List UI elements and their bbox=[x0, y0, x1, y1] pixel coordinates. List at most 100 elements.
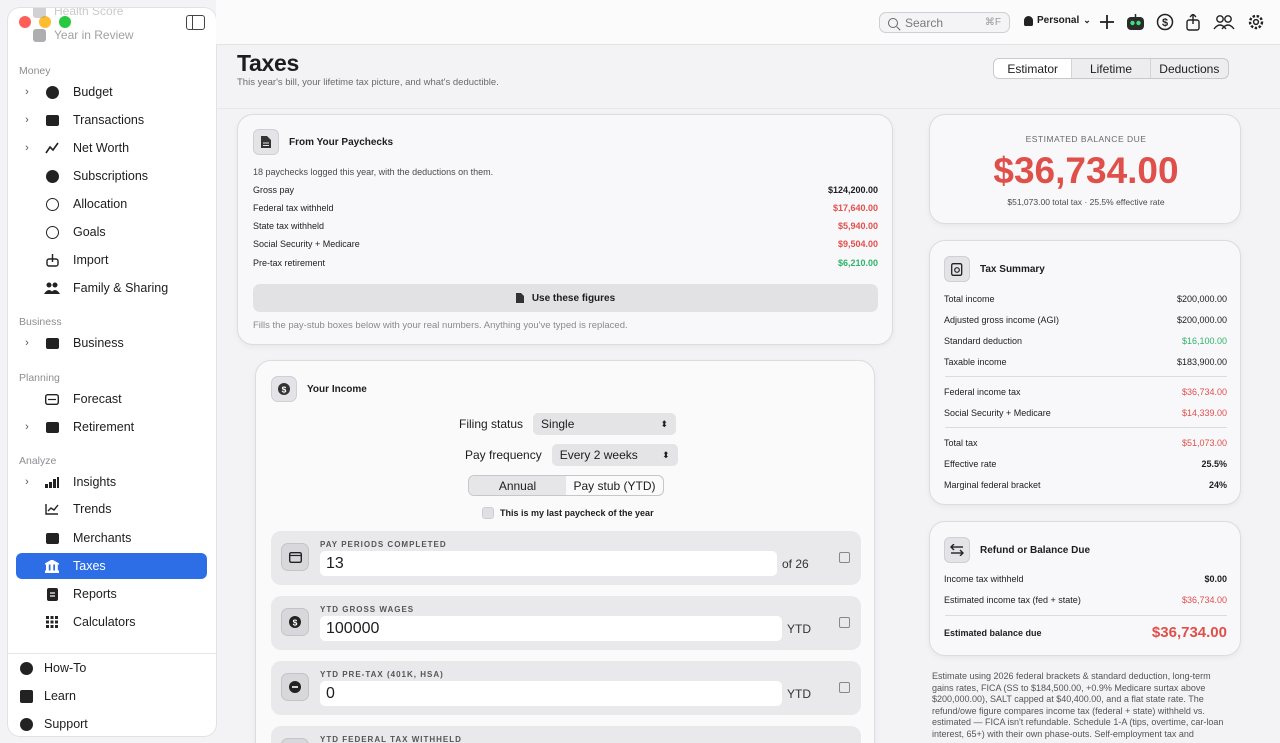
ytd-pretax-input[interactable]: 0 bbox=[320, 681, 782, 706]
sidebar-item-family-sharing[interactable]: Family & Sharing bbox=[16, 275, 207, 301]
learn-link[interactable]: Learn bbox=[20, 689, 76, 703]
people-icon[interactable] bbox=[1212, 12, 1236, 32]
share-icon[interactable] bbox=[1183, 12, 1203, 32]
import-icon bbox=[44, 252, 60, 268]
sidebar-item-health-score[interactable]: Health Score bbox=[33, 8, 123, 18]
up-down-chevron-icon: ⬍ bbox=[660, 418, 669, 429]
tax-summary-card: Tax Summary Total income $200,000.00 Adju… bbox=[929, 240, 1241, 505]
paychecks-card: From Your Paychecks 18 paychecks logged … bbox=[237, 114, 893, 345]
profile-switcher[interactable]: Personal ⌄ bbox=[1024, 15, 1091, 26]
refund-card: Refund or Balance Due Income tax withhel… bbox=[929, 521, 1241, 656]
paychecks-note: Fills the pay-stub boxes below with your… bbox=[253, 320, 628, 331]
dollar-icon: $ bbox=[271, 376, 297, 402]
chevron-right-icon[interactable]: › bbox=[20, 86, 34, 98]
pay-periods-field: PAY PERIODS COMPLETED 13 of 26 bbox=[271, 531, 861, 585]
assistant-robot-icon[interactable] bbox=[1125, 12, 1145, 32]
sidebar-item-forecast[interactable]: Forecast bbox=[16, 386, 207, 412]
sidebar-item-retirement[interactable]: › Retirement bbox=[16, 414, 207, 440]
divider bbox=[945, 376, 1227, 377]
page-subtitle: This year's bill, your lifetime tax pict… bbox=[237, 77, 499, 88]
support-link[interactable]: Support bbox=[20, 717, 88, 731]
svg-text:$: $ bbox=[282, 384, 287, 394]
how-to-link[interactable]: How-To bbox=[20, 661, 86, 675]
mode-paystub-option[interactable]: Pay stub (YTD) bbox=[566, 476, 663, 495]
sidebar-item-year-in-review[interactable]: Year in Review bbox=[33, 28, 134, 42]
close-window-button[interactable] bbox=[19, 16, 31, 28]
sidebar-item-reports[interactable]: Reports bbox=[16, 581, 207, 607]
chevron-right-icon[interactable]: › bbox=[20, 337, 34, 349]
section-analyze: Analyze bbox=[19, 455, 57, 467]
health-icon bbox=[33, 8, 46, 18]
sidebar-item-budget[interactable]: › Budget bbox=[16, 79, 207, 105]
question-icon bbox=[20, 661, 33, 675]
refund-row: Income tax withheld $0.00 bbox=[944, 574, 1227, 584]
summary-row: Adjusted gross income (AGI) $200,000.00 bbox=[944, 315, 1227, 325]
paycheck-row: State tax withheld $5,940.00 bbox=[253, 221, 878, 231]
refund-total-row: Estimated balance due $36,734.00 bbox=[944, 624, 1227, 641]
search-input[interactable]: Search ⌘F bbox=[879, 12, 1010, 33]
line-chart-icon bbox=[44, 140, 60, 156]
summary-row: Total tax $51,073.00 bbox=[944, 438, 1227, 448]
summary-row: Federal income tax $36,734.00 bbox=[944, 387, 1227, 397]
svg-text:$: $ bbox=[1162, 17, 1168, 29]
chevron-right-icon[interactable]: › bbox=[20, 421, 34, 433]
gear-icon[interactable] bbox=[1246, 12, 1266, 32]
sidebar-item-allocation[interactable]: Allocation bbox=[16, 191, 207, 217]
last-paycheck-checkbox[interactable] bbox=[482, 507, 494, 519]
balance-caption: ESTIMATED BALANCE DUE bbox=[1025, 134, 1147, 144]
use-these-figures-button[interactable]: Use these figures bbox=[253, 284, 878, 312]
sidebar-item-net-worth[interactable]: › Net Worth bbox=[16, 135, 207, 161]
last-paycheck-checkbox-row: This is my last paycheck of the year bbox=[482, 507, 654, 519]
summary-row: Taxable income $183,900.00 bbox=[944, 357, 1227, 367]
filing-status-select[interactable]: Single ⬍ bbox=[533, 413, 677, 435]
balance-amount: $36,734.00 bbox=[993, 150, 1179, 191]
edit-icon[interactable] bbox=[839, 552, 850, 563]
dollar-icon: $ bbox=[281, 608, 309, 636]
sidebar-item-goals[interactable]: Goals bbox=[16, 219, 207, 245]
sidebar-item-transactions[interactable]: › Transactions bbox=[16, 107, 207, 133]
sidebar-item-import[interactable]: Import bbox=[16, 247, 207, 273]
add-icon[interactable] bbox=[1097, 12, 1117, 32]
sidebar-item-merchants[interactable]: Merchants bbox=[16, 525, 207, 551]
sidebar-item-insights[interactable]: › Insights bbox=[16, 469, 207, 495]
section-money: Money bbox=[19, 65, 51, 77]
sidebar-item-business[interactable]: › Business bbox=[16, 330, 207, 356]
swap-arrows-icon bbox=[944, 537, 970, 563]
summary-row: Standard deduction $16,100.00 bbox=[944, 336, 1227, 346]
edit-icon[interactable] bbox=[839, 682, 850, 693]
tax-summary-header: Tax Summary bbox=[944, 256, 1045, 282]
pay-frequency-select[interactable]: Every 2 weeks ⬍ bbox=[551, 444, 678, 466]
person-icon bbox=[1024, 15, 1033, 26]
tab-lifetime[interactable]: Lifetime bbox=[1071, 59, 1149, 78]
pay-frequency-row: Pay frequency Every 2 weeks ⬍ bbox=[465, 444, 678, 466]
pay-periods-input[interactable]: 13 bbox=[320, 551, 777, 576]
paycheck-row: Pre-tax retirement $6,210.00 bbox=[253, 258, 878, 268]
sidebar-item-subscriptions[interactable]: Subscriptions bbox=[16, 163, 207, 189]
sidebar-item-calculators[interactable]: Calculators bbox=[16, 609, 207, 635]
chevron-right-icon[interactable]: › bbox=[20, 476, 34, 488]
section-planning: Planning bbox=[19, 372, 60, 384]
chevron-right-icon[interactable]: › bbox=[20, 142, 34, 154]
tab-deductions[interactable]: Deductions bbox=[1149, 59, 1228, 78]
repeat-icon bbox=[44, 168, 60, 184]
summary-row: Effective rate 25.5% bbox=[944, 459, 1227, 469]
lifebuoy-icon bbox=[20, 717, 33, 731]
chevron-right-icon[interactable]: › bbox=[20, 114, 34, 126]
tab-estimator[interactable]: Estimator bbox=[994, 59, 1072, 78]
paychecks-intro: 18 paychecks logged this year, with the … bbox=[253, 167, 494, 177]
sidebar-toggle-icon[interactable] bbox=[186, 15, 205, 30]
mode-annual-option[interactable]: Annual bbox=[469, 476, 566, 495]
calendar-icon bbox=[33, 28, 46, 42]
dollar-circle-icon[interactable]: $ bbox=[1155, 12, 1175, 32]
sidebar-item-trends[interactable]: Trends bbox=[16, 496, 207, 522]
sidebar-item-taxes[interactable]: Taxes bbox=[16, 553, 207, 579]
header-divider bbox=[216, 108, 1280, 109]
ytd-federal-withheld-field: YTD FEDERAL TAX WITHHELD bbox=[271, 726, 861, 743]
income-card-header: $ Your Income bbox=[271, 376, 367, 402]
bars-icon bbox=[44, 474, 60, 490]
edit-icon[interactable] bbox=[839, 617, 850, 628]
ytd-gross-wages-input[interactable]: 100000 bbox=[320, 616, 782, 641]
store-icon bbox=[44, 530, 60, 546]
bank-icon bbox=[44, 558, 60, 574]
clock-icon bbox=[44, 196, 60, 212]
